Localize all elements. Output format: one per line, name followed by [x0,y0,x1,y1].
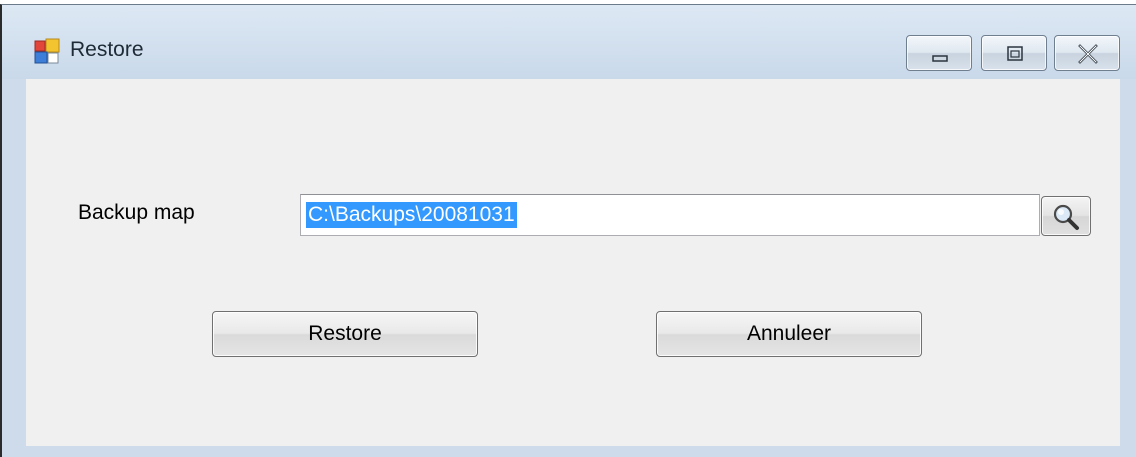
browse-button[interactable] [1041,196,1091,236]
restore-app-icon [34,38,60,64]
minimize-icon [932,55,948,62]
title-bar[interactable]: Restore [2,5,1136,79]
backup-path-value: C:\Backups\20081031 [306,202,517,228]
maximize-icon [1007,46,1023,61]
backup-map-label: Backup map [78,201,195,224]
minimize-button[interactable] [906,35,972,71]
close-icon [1078,44,1098,64]
cancel-button[interactable]: Annuleer [656,311,922,357]
backup-path-input[interactable]: C:\Backups\20081031 [300,194,1040,236]
close-button[interactable] [1054,35,1120,71]
window-title: Restore [70,38,144,61]
maximize-button[interactable] [981,35,1047,71]
restore-window: Restore Backup map C:\Backups\20081031 R… [0,4,1136,457]
dialog-client-area: Backup map C:\Backups\20081031 Restore A… [26,79,1120,446]
restore-button[interactable]: Restore [212,311,478,357]
magnifier-icon [1053,204,1079,230]
